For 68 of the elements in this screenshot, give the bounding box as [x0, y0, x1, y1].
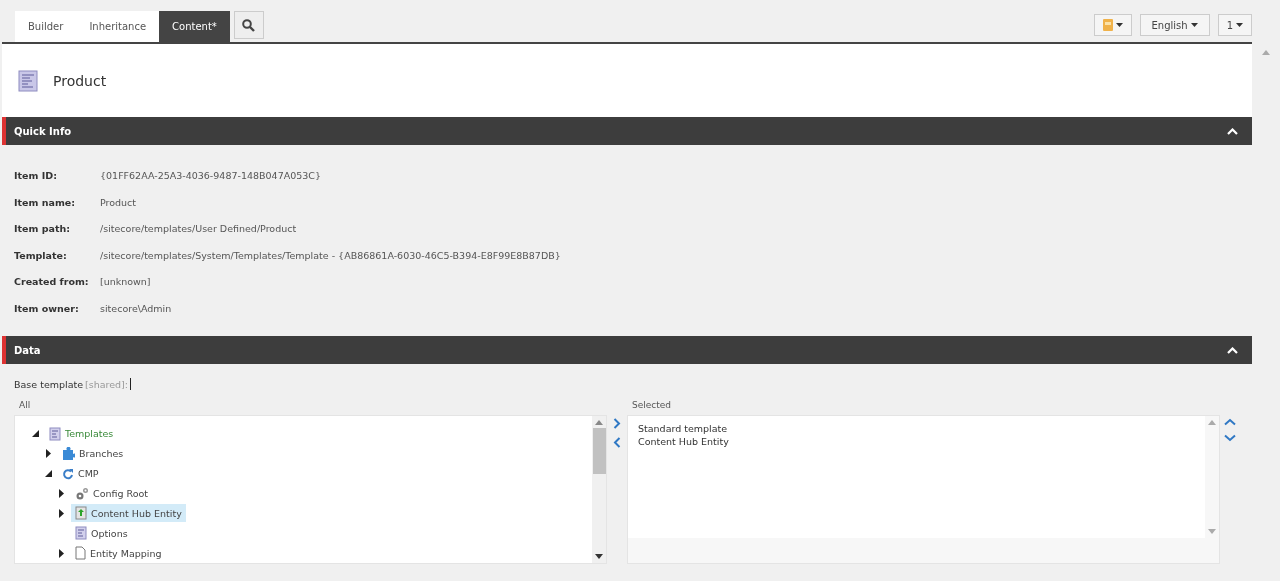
expand-arrow-icon[interactable] — [57, 548, 66, 558]
language-dropdown[interactable]: English — [1139, 14, 1210, 36]
list-label: Selected — [631, 400, 672, 412]
puzzle-icon — [62, 446, 75, 461]
chevron-up-icon[interactable] — [1227, 127, 1238, 135]
list-label: All — [18, 400, 32, 412]
page-icon — [75, 546, 86, 561]
text-cursor — [130, 378, 132, 390]
caret-icon — [1115, 23, 1123, 27]
section-title: Data — [14, 344, 41, 356]
field-value: sitecore\Admin — [100, 301, 172, 316]
tree-item[interactable]: Branches — [58, 444, 128, 463]
expand-arrow-icon[interactable] — [44, 449, 53, 459]
expand-arrow-icon[interactable] — [57, 489, 66, 498]
move-down-icon[interactable] — [1224, 434, 1236, 442]
tab[interactable]: Inheritance — [76, 11, 160, 42]
chevron-up-icon[interactable] — [1227, 346, 1238, 354]
section-header[interactable]: Quick Info — [2, 117, 1252, 145]
field-label: Item path: — [14, 222, 72, 236]
tree-item[interactable]: Templates — [45, 424, 118, 443]
gears-icon — [75, 486, 89, 501]
tab[interactable]: Content* — [159, 11, 230, 42]
list-item[interactable]: Content Hub Entity — [638, 435, 729, 448]
scroll-up-icon[interactable] — [595, 420, 604, 425]
expand-arrow-icon[interactable] — [57, 508, 66, 518]
section-header[interactable]: Data — [2, 336, 1252, 364]
list-item[interactable]: Standard template — [638, 422, 728, 435]
field-label: Item name: — [14, 195, 77, 210]
scrollbar[interactable] — [1205, 416, 1220, 538]
field-label: Created from: — [14, 275, 90, 289]
template-icon — [75, 526, 87, 541]
caret-icon — [1236, 23, 1243, 27]
field-label: Template: — [14, 248, 68, 263]
field-label: Item ID: — [14, 169, 58, 183]
field-value: {01FF62AA-25A3-4036-9487-148B047A053C} — [100, 169, 321, 183]
entity-icon — [75, 506, 87, 521]
field-value: /sitecore/templates/System/Templates/Template - {AB86861A-6030-46C5-B394-E8F99E8B87DB} — [100, 248, 561, 263]
scrollbar[interactable] — [592, 416, 607, 563]
shared-note: [shared]: — [85, 378, 129, 390]
field-label: Item owner: — [14, 301, 80, 316]
collapse-arrow-icon[interactable] — [44, 469, 53, 479]
scroll-up-icon[interactable] — [1262, 50, 1270, 55]
field-value: /sitecore/templates/User Defined/Product — [100, 222, 297, 236]
template-icon — [18, 69, 38, 92]
field-label: Base template — [14, 378, 84, 390]
collapse-arrow-icon[interactable] — [31, 429, 40, 439]
tree-item[interactable]: Config Root — [71, 484, 153, 503]
tree-item[interactable]: Options — [71, 524, 132, 543]
field-value: [unknown] — [100, 275, 151, 289]
search-icon — [242, 18, 256, 32]
template-icon — [49, 426, 61, 441]
move-left-icon[interactable] — [613, 437, 621, 448]
scroll-down-icon[interactable] — [595, 554, 604, 559]
tab[interactable]: Builder — [15, 11, 77, 42]
sync-icon — [62, 467, 74, 480]
tree-item[interactable]: CMP — [58, 464, 103, 483]
scroll-up-icon[interactable] — [1208, 420, 1217, 425]
field-value: Product — [100, 195, 137, 210]
search-button[interactable] — [233, 11, 264, 39]
move-up-icon[interactable] — [1224, 418, 1236, 426]
caret-icon — [1190, 23, 1198, 27]
move-right-icon[interactable] — [613, 418, 621, 429]
version-dropdown[interactable]: 1 — [1217, 14, 1252, 36]
section-title: Quick Info — [14, 125, 72, 137]
tree-item[interactable]: Content Hub Entity — [71, 504, 186, 523]
item-title: Product — [53, 72, 107, 89]
notebook-icon — [1102, 19, 1113, 31]
tree-item[interactable]: Entity Mapping — [71, 544, 166, 563]
